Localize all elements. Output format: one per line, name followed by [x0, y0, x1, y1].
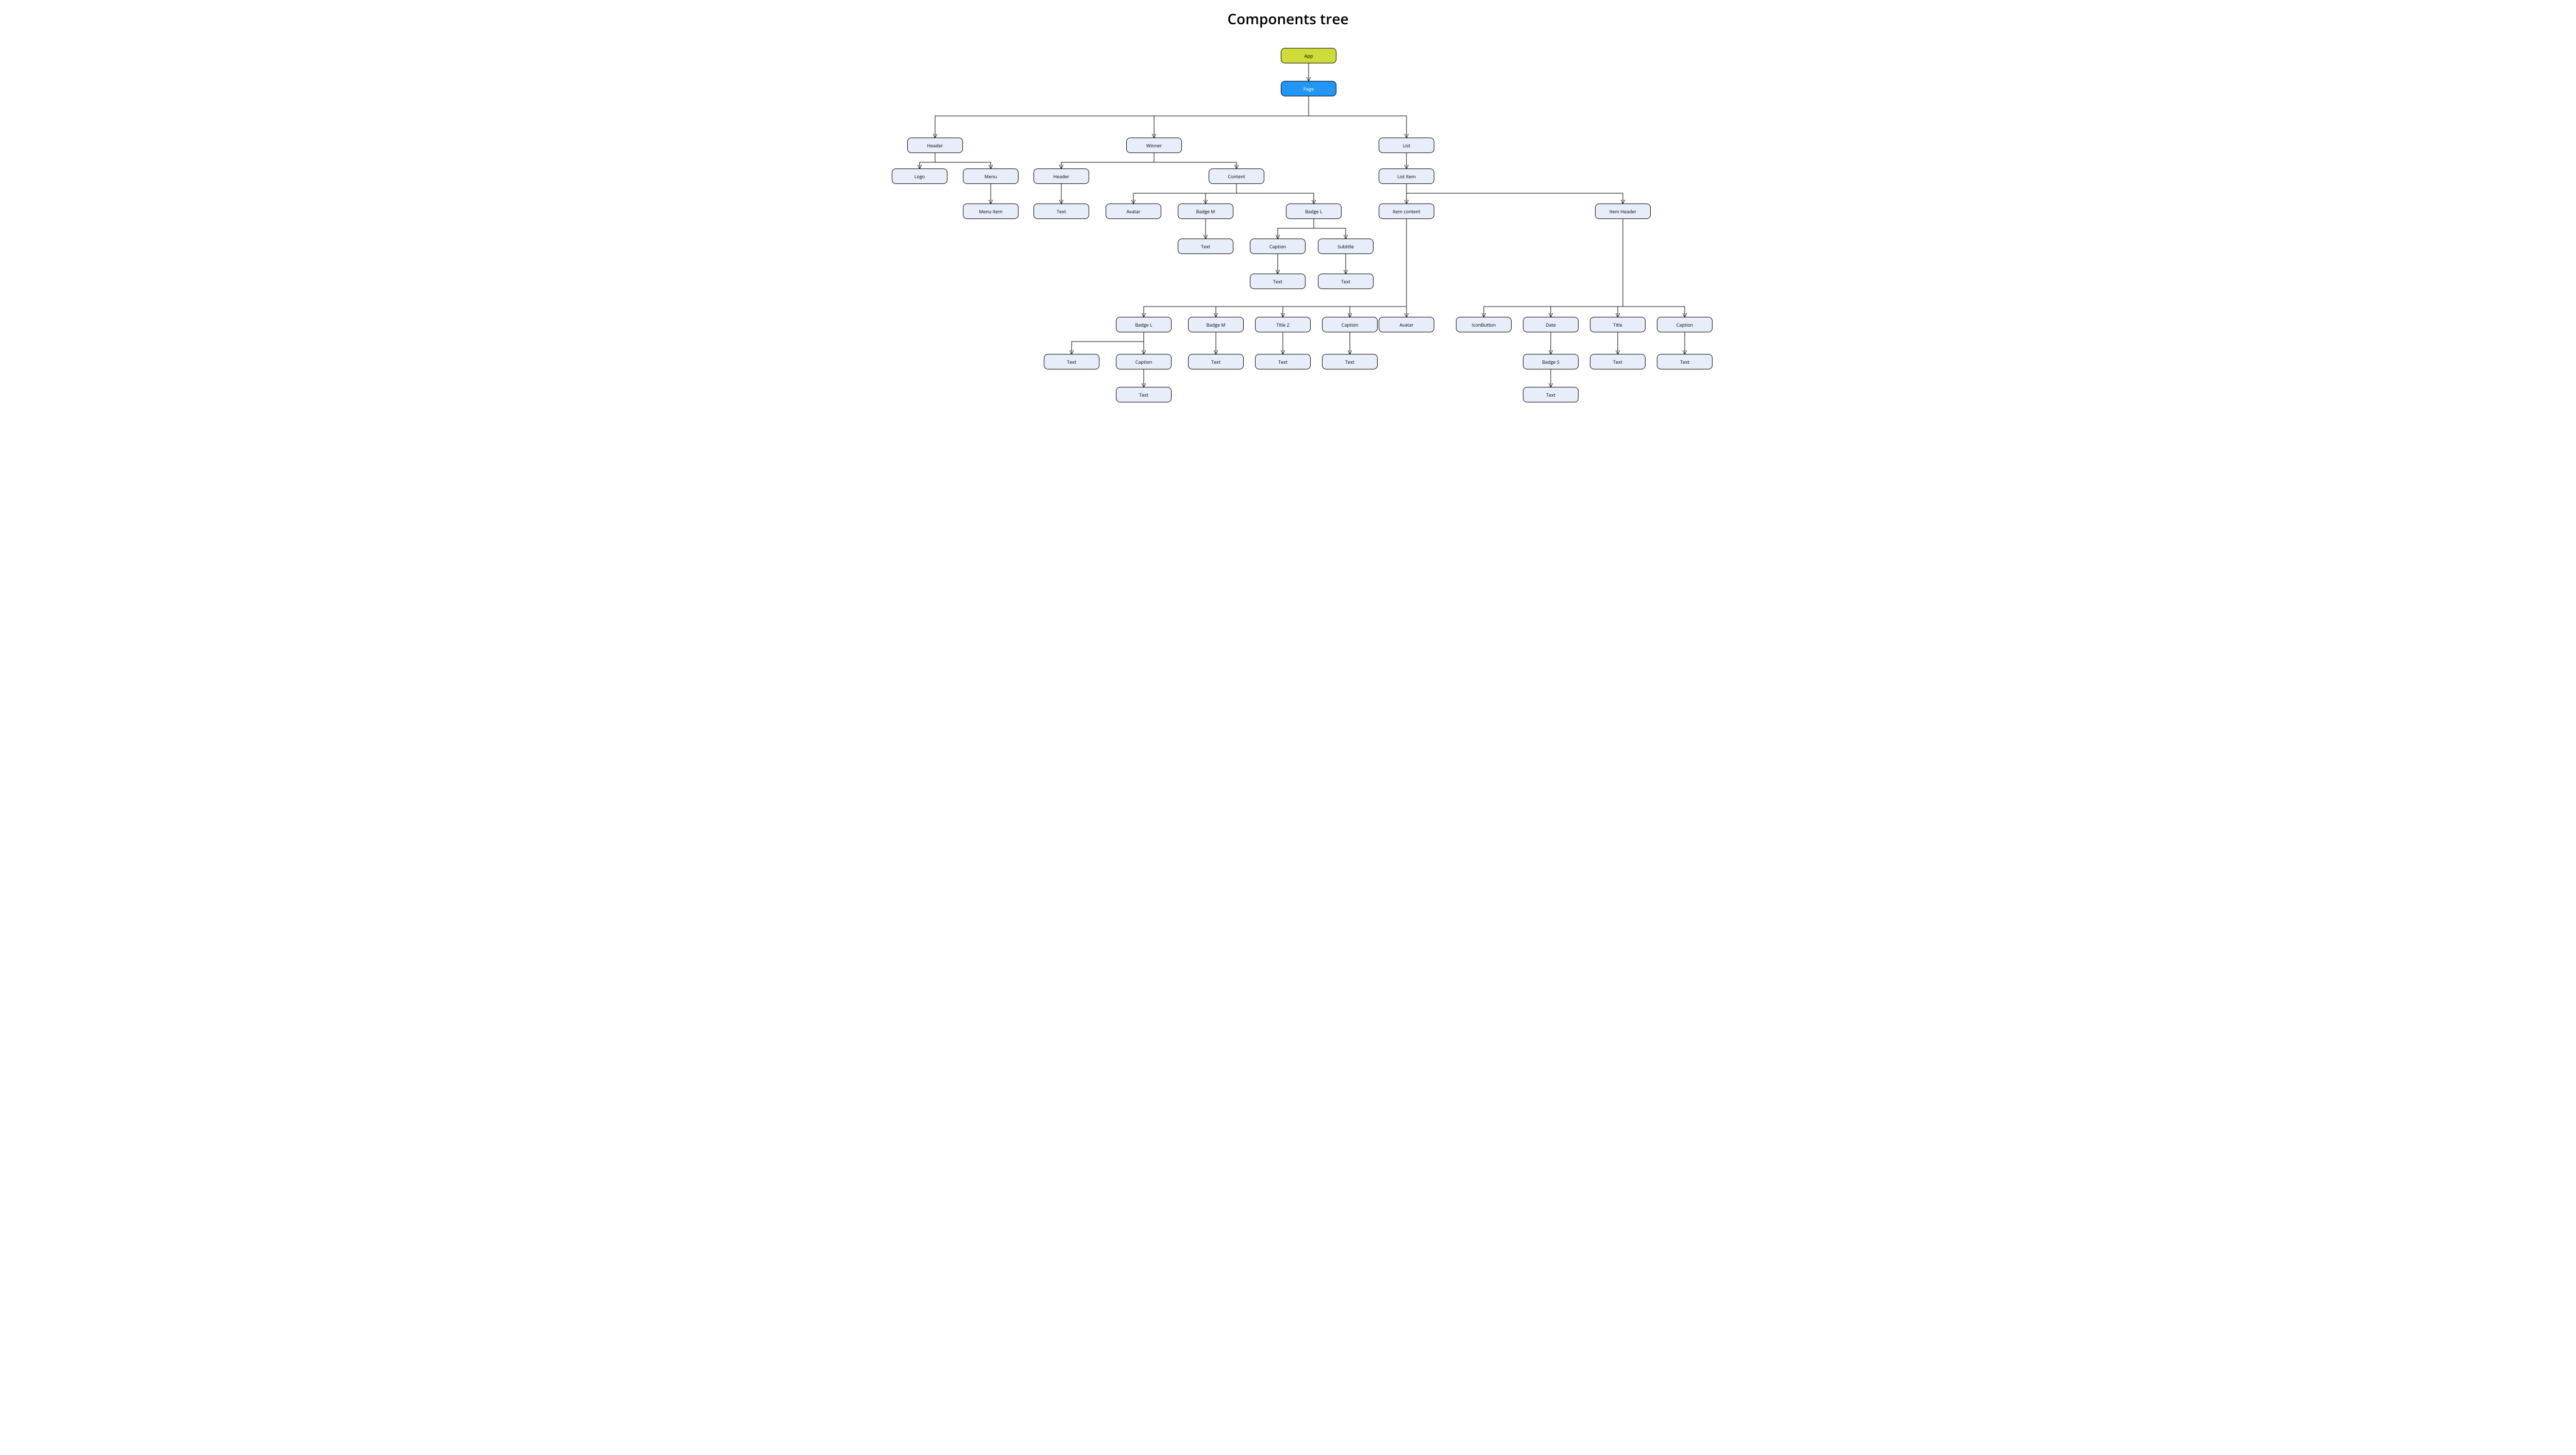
node-ih-date: Date	[1523, 317, 1579, 332]
node-list: List	[1379, 138, 1434, 153]
node-page: Page	[1281, 81, 1336, 96]
node-ih-t-text: Text	[1590, 354, 1646, 369]
node-menu: Menu	[963, 168, 1019, 184]
node-bl-subtitle: Subtitle	[1318, 239, 1374, 254]
node-avatar: Avatar	[1106, 204, 1161, 219]
node-winner: Winner	[1126, 138, 1182, 153]
node-ic-badge-l: Badge L	[1116, 317, 1172, 332]
node-ih-title: Title	[1590, 317, 1646, 332]
diagram-title: Components tree	[874, 9, 1702, 29]
node-ic-title2: Title 2	[1255, 317, 1311, 332]
node-bl-sub-text: Text	[1318, 274, 1374, 289]
node-ih-caption: Caption	[1657, 317, 1713, 332]
node-item-header: Item Header	[1595, 204, 1651, 219]
node-ic-avatar: Avatar	[1379, 317, 1434, 332]
node-bl-caption: Caption	[1250, 239, 1306, 254]
node-list-item: List Item	[1379, 168, 1434, 184]
node-content: Content	[1209, 168, 1264, 184]
diagram-canvas: Components tree	[874, 0, 1702, 413]
node-ih-bs-text: Text	[1523, 387, 1579, 402]
node-badge-l: Badge L	[1286, 204, 1342, 219]
node-header: Header	[907, 138, 963, 153]
node-menu-item: Menu Item	[963, 204, 1019, 219]
node-ic-badge-m: Badge M	[1188, 317, 1244, 332]
node-ic-cap-text: Text	[1322, 354, 1378, 369]
node-badge-m: Badge M	[1178, 204, 1233, 219]
node-ih-c-text: Text	[1657, 354, 1713, 369]
node-winner-header: Header	[1033, 168, 1089, 184]
node-bl-cap-text: Text	[1250, 274, 1306, 289]
node-badge-m-text: Text	[1178, 239, 1233, 254]
node-item-content: Item content	[1379, 204, 1434, 219]
node-ic-caption: Caption	[1322, 317, 1378, 332]
node-logo: Logo	[892, 168, 947, 184]
node-ic-bl-text: Text	[1044, 354, 1099, 369]
node-ic-bl-caption: Caption	[1116, 354, 1172, 369]
node-winner-text: Text	[1033, 204, 1089, 219]
node-ih-iconbutton: IconButton	[1456, 317, 1512, 332]
node-app: App	[1281, 48, 1336, 63]
node-ic-t2-text: Text	[1255, 354, 1311, 369]
node-ic-bm-text: Text	[1188, 354, 1244, 369]
node-ic-bl-cap-text: Text	[1116, 387, 1172, 402]
node-ih-badge-s: Badge S	[1523, 354, 1579, 369]
